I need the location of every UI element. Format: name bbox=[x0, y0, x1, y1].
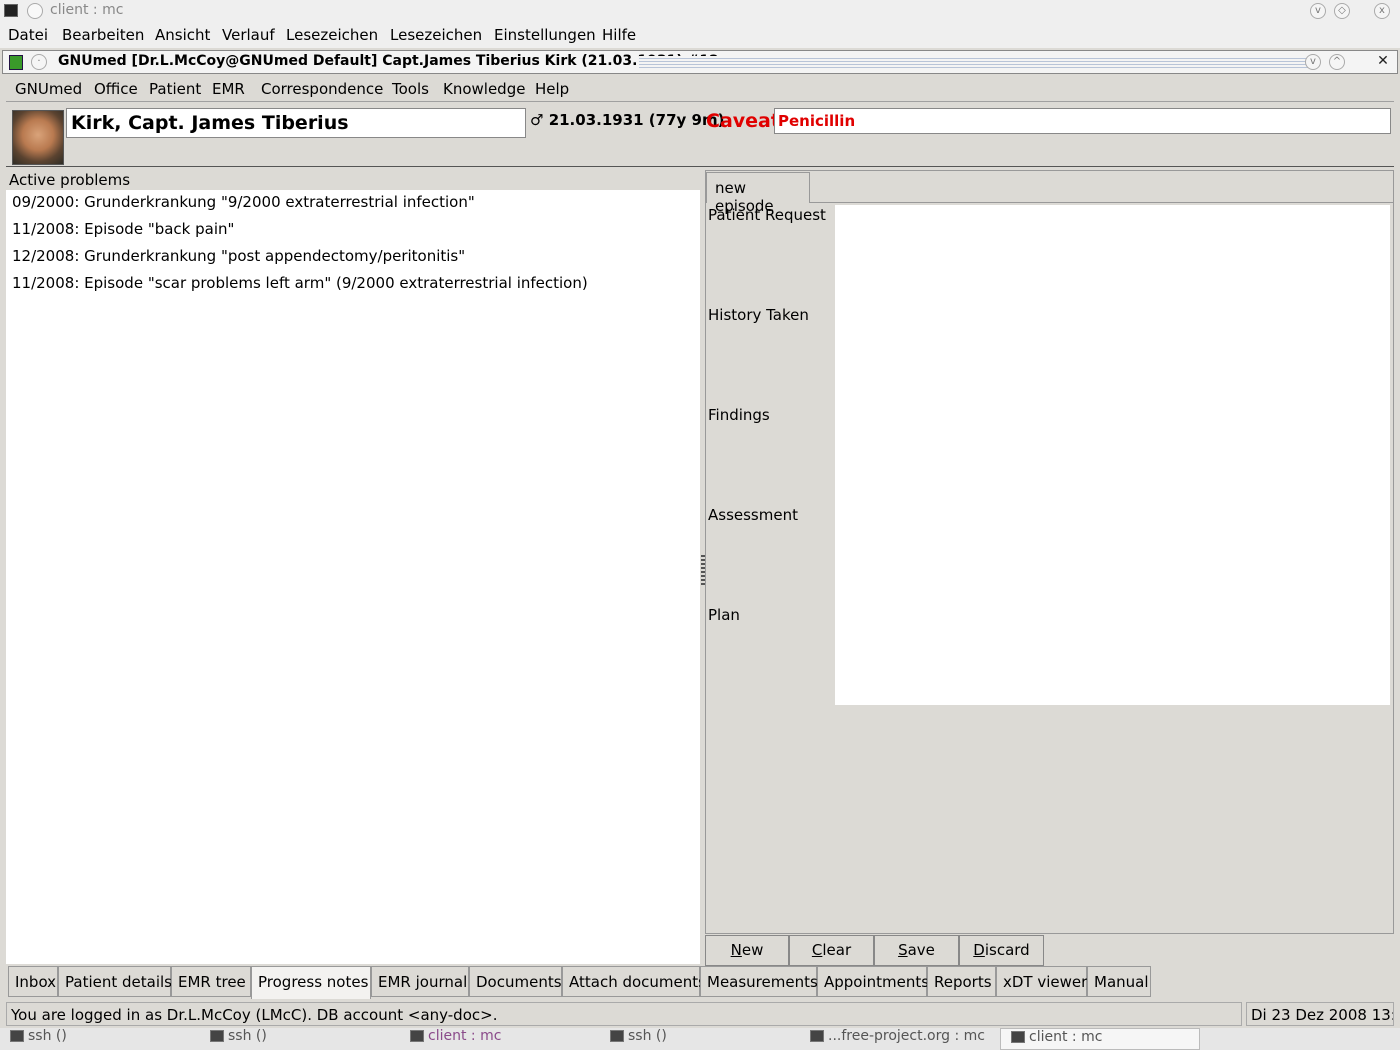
gender-icon: ♂ bbox=[530, 111, 544, 129]
taskbar-item[interactable]: ...free-project.org : mc bbox=[800, 1028, 1000, 1050]
tab-patient-details[interactable]: Patient details bbox=[58, 966, 172, 997]
taskbar-item[interactable]: ssh () bbox=[600, 1028, 800, 1050]
app-window-title: GNUmed [Dr.L.McCoy@GNUmed Default] Capt.… bbox=[58, 53, 719, 69]
taskbar-item[interactable]: ssh () bbox=[0, 1028, 200, 1050]
tab-inbox[interactable]: Inbox bbox=[8, 966, 58, 997]
terminal-icon bbox=[610, 1030, 624, 1042]
tab-xdt-viewer[interactable]: xDT viewer bbox=[996, 966, 1087, 997]
maximize-icon[interactable]: ◇ bbox=[1334, 3, 1350, 19]
tab-strip-line bbox=[810, 202, 1394, 203]
menu-correspondence[interactable]: Correspondence bbox=[261, 80, 383, 98]
terminal-icon bbox=[210, 1030, 224, 1042]
soap-label-patient-request: Patient Request bbox=[708, 206, 826, 224]
menu-help[interactable]: Help bbox=[535, 80, 569, 98]
taskbar-item[interactable]: client : mc bbox=[400, 1028, 600, 1050]
outer-menubar: Datei Bearbeiten Ansicht Verlauf Lesezei… bbox=[0, 22, 1400, 48]
menu-office[interactable]: Office bbox=[94, 80, 138, 98]
menu-lesezeichen-1[interactable]: Lesezeichen bbox=[286, 26, 378, 44]
menu-tools[interactable]: Tools bbox=[392, 80, 429, 98]
problem-item[interactable]: 12/2008: Grunderkrankung "post appendect… bbox=[12, 247, 465, 265]
minimize-icon[interactable]: v bbox=[1310, 3, 1326, 19]
tab-appointments[interactable]: Appointments bbox=[817, 966, 929, 997]
outer-window-title: client : mc bbox=[50, 2, 124, 18]
menu-patient[interactable]: Patient bbox=[149, 80, 201, 98]
patient-photo[interactable] bbox=[12, 110, 64, 165]
caveat-field[interactable]: Penicillin bbox=[774, 108, 1391, 134]
close-icon[interactable]: ✕ bbox=[1375, 54, 1391, 70]
problem-item[interactable]: 11/2008: Episode "back pain" bbox=[12, 220, 234, 238]
pin-icon[interactable]: · bbox=[31, 54, 47, 70]
active-problems-list[interactable]: 09/2000: Grunderkrankung "9/2000 extrate… bbox=[6, 190, 700, 964]
patient-name-field[interactable]: Kirk, Capt. James Tiberius bbox=[66, 108, 526, 138]
minimize-icon[interactable]: v bbox=[1305, 54, 1321, 70]
tab-reports[interactable]: Reports bbox=[927, 966, 996, 997]
clear-button[interactable]: Clear bbox=[789, 935, 874, 966]
menu-gnumed[interactable]: GNUmed bbox=[15, 80, 82, 98]
titlebar-decoration bbox=[639, 56, 1317, 68]
menu-lesezeichen-2[interactable]: Lesezeichen bbox=[390, 26, 482, 44]
menu-verlauf[interactable]: Verlauf bbox=[222, 26, 275, 44]
tab-progress-notes[interactable]: Progress notes bbox=[251, 966, 371, 999]
tab-documents[interactable]: Documents bbox=[469, 966, 562, 997]
discard-button[interactable]: Discard bbox=[959, 935, 1044, 966]
dob-age-text: 21.03.1931 (77y 9m) bbox=[548, 111, 725, 129]
save-button[interactable]: Save bbox=[874, 935, 959, 966]
maximize-icon[interactable]: ^ bbox=[1329, 54, 1345, 70]
patient-dob-age: ♂ 21.03.1931 (77y 9m) bbox=[530, 111, 724, 129]
outer-window-titlebar: client : mc v ◇ x bbox=[0, 0, 1400, 22]
close-icon[interactable]: x bbox=[1374, 3, 1390, 19]
soap-label-plan: Plan bbox=[708, 606, 740, 624]
status-clock: Di 23 Dez 2008 13:0 bbox=[1246, 1002, 1394, 1026]
menu-bearbeiten[interactable]: Bearbeiten bbox=[62, 26, 144, 44]
problem-item[interactable]: 09/2000: Grunderkrankung "9/2000 extrate… bbox=[12, 193, 475, 211]
soap-label-findings: Findings bbox=[708, 406, 770, 424]
menu-einstellungen[interactable]: Einstellungen bbox=[494, 26, 596, 44]
menu-emr[interactable]: EMR bbox=[212, 80, 245, 98]
soap-label-assessment: Assessment bbox=[708, 506, 798, 524]
soap-label-history-taken: History Taken bbox=[708, 306, 809, 324]
taskbar-item-active[interactable]: client : mc bbox=[1000, 1028, 1200, 1050]
active-problems-header: Active problems bbox=[9, 171, 131, 189]
new-button[interactable]: New bbox=[705, 935, 789, 966]
pin-icon[interactable] bbox=[27, 3, 43, 19]
tab-new-episode[interactable]: new episode bbox=[706, 172, 810, 215]
soap-text-editor[interactable] bbox=[835, 205, 1390, 705]
app-menubar: GNUmed Office Patient EMR Correspondence… bbox=[6, 75, 1394, 102]
terminal-icon bbox=[810, 1030, 824, 1042]
menu-knowledge[interactable]: Knowledge bbox=[443, 80, 525, 98]
terminal-icon bbox=[1011, 1031, 1025, 1043]
terminal-icon bbox=[4, 4, 18, 17]
tab-attach-documents[interactable]: Attach documents bbox=[562, 966, 706, 997]
tab-emr-tree[interactable]: EMR tree bbox=[171, 966, 251, 997]
menu-ansicht[interactable]: Ansicht bbox=[155, 26, 210, 44]
tab-manual[interactable]: Manual bbox=[1087, 966, 1151, 997]
problem-item[interactable]: 11/2008: Episode "scar problems left arm… bbox=[12, 274, 588, 292]
app-window-titlebar: · GNUmed [Dr.L.McCoy@GNUmed Default] Cap… bbox=[2, 50, 1398, 74]
gnumed-app-icon bbox=[9, 55, 23, 70]
terminal-icon bbox=[10, 1030, 24, 1042]
tab-emr-journal[interactable]: EMR journal bbox=[371, 966, 469, 997]
tab-measurements[interactable]: Measurements bbox=[700, 966, 818, 997]
terminal-icon bbox=[410, 1030, 424, 1042]
menu-datei[interactable]: Datei bbox=[8, 26, 48, 44]
status-message: You are logged in as Dr.L.McCoy (LMcC). … bbox=[6, 1002, 1242, 1026]
taskbar-item[interactable]: ssh () bbox=[200, 1028, 400, 1050]
caveat-label: Caveat bbox=[706, 110, 780, 132]
menu-hilfe[interactable]: Hilfe bbox=[602, 26, 636, 44]
